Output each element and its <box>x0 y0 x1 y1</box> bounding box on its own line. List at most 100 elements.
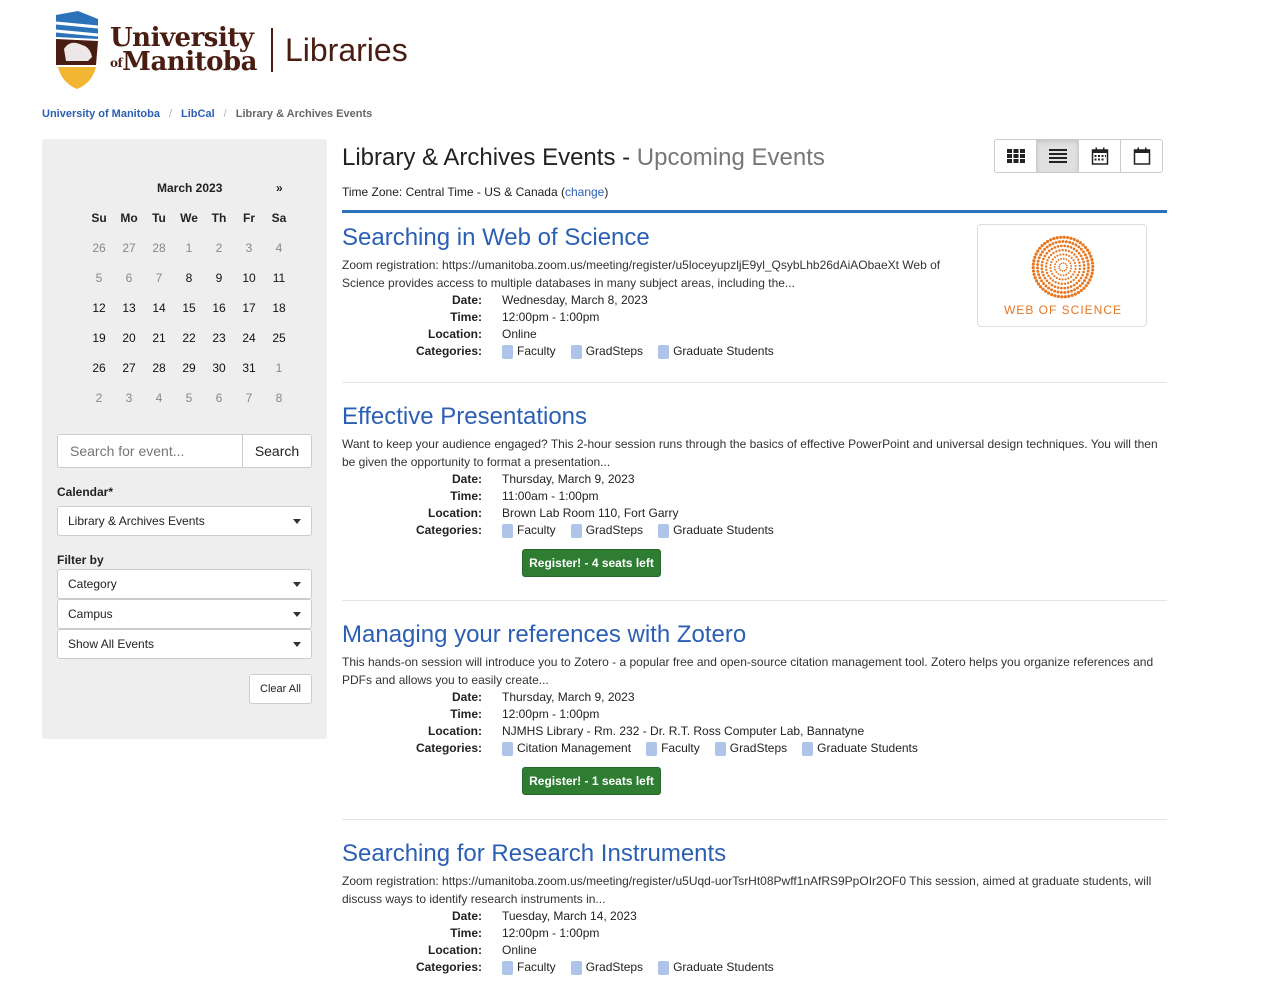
calendar-day[interactable]: 15 <box>174 293 204 323</box>
logo-dot <box>1036 266 1039 270</box>
search-input[interactable] <box>57 434 242 468</box>
calendar-day[interactable]: 12 <box>84 293 114 323</box>
calendar-day[interactable]: 17 <box>234 293 264 323</box>
search-button[interactable]: Search <box>242 434 312 468</box>
category-tag[interactable]: Graduate Students <box>658 343 774 360</box>
category-tag[interactable]: GradSteps <box>570 343 643 360</box>
calendar-day[interactable]: 5 <box>84 263 114 293</box>
category-label: GradSteps <box>729 741 788 755</box>
calendar-day[interactable]: 29 <box>174 353 204 383</box>
grid-icon <box>1006 149 1025 163</box>
category-tag[interactable]: Faculty <box>502 959 556 976</box>
location-label: Location: <box>428 327 482 341</box>
category-tag[interactable]: Citation Management <box>502 740 631 757</box>
calendar-day[interactable]: 22 <box>174 323 204 353</box>
register-button[interactable]: Register! - 1 seats left <box>522 767 661 795</box>
list-view-button[interactable] <box>1036 139 1079 173</box>
calendar-day[interactable]: 13 <box>114 293 144 323</box>
calendar-day[interactable]: 21 <box>144 323 174 353</box>
calendar-day[interactable]: 26 <box>84 233 114 263</box>
calendar-day[interactable]: 9 <box>204 263 234 293</box>
category-tag[interactable]: GradSteps <box>714 740 788 757</box>
logo-dot <box>1063 295 1067 299</box>
calendar-day[interactable]: 1 <box>174 233 204 263</box>
logo-dot <box>1058 265 1060 268</box>
web-of-science-image[interactable]: WEB OF SCIENCE <box>977 224 1147 327</box>
calendar-day[interactable]: 8 <box>174 263 204 293</box>
category-tag[interactable]: Graduate Students <box>658 959 774 976</box>
logo-dot <box>1036 282 1041 286</box>
breadcrumb-libcal[interactable]: LibCal <box>181 108 215 120</box>
calendar-day[interactable]: 23 <box>204 323 234 353</box>
logo-dot <box>1033 255 1037 259</box>
calendar-day[interactable]: 6 <box>204 383 234 413</box>
calendar-day[interactable]: 7 <box>234 383 264 413</box>
next-month-button[interactable]: » <box>276 181 283 195</box>
logo-dot <box>1084 284 1088 288</box>
category-tag[interactable]: GradSteps <box>570 522 643 539</box>
category-tag[interactable]: Graduate Students <box>658 522 774 539</box>
breadcrumb-university[interactable]: University of Manitoba <box>42 108 160 120</box>
calendar-day[interactable]: 8 <box>264 383 294 413</box>
category-tag[interactable]: Faculty <box>646 740 700 757</box>
campus-select-value: Campus <box>68 607 113 621</box>
logo-dot <box>1066 286 1070 289</box>
calendar-day[interactable]: 6 <box>114 263 144 293</box>
register-button[interactable]: Register! - 4 seats left <box>522 549 661 577</box>
calendar-day[interactable]: 14 <box>144 293 174 323</box>
calendar-day[interactable]: 24 <box>234 323 264 353</box>
category-tag[interactable]: Faculty <box>502 522 556 539</box>
month-view-button[interactable] <box>1078 139 1121 173</box>
university-logo[interactable]: University ofManitoba Libraries <box>52 8 408 92</box>
calendar-day[interactable]: 3 <box>234 233 264 263</box>
grid-view-button[interactable] <box>994 139 1037 173</box>
calendar-day[interactable]: 11 <box>264 263 294 293</box>
logo-dot <box>1057 259 1060 261</box>
calendar-day[interactable]: 25 <box>264 323 294 353</box>
calendar-day[interactable]: 1 <box>264 353 294 383</box>
calendar-day[interactable]: 7 <box>144 263 174 293</box>
logo-dot <box>1038 285 1043 289</box>
calendar-day[interactable]: 30 <box>204 353 234 383</box>
logo-dot <box>1059 235 1063 239</box>
calendar-day[interactable]: 20 <box>114 323 144 353</box>
calendar-day[interactable]: 19 <box>84 323 114 353</box>
week-view-button[interactable] <box>1120 139 1163 173</box>
category-tag[interactable]: GradSteps <box>570 959 643 976</box>
change-timezone-link[interactable]: change <box>565 185 604 199</box>
calendar-select[interactable]: Library & Archives Events <box>57 506 312 536</box>
calendar-day[interactable]: 31 <box>234 353 264 383</box>
logo-dot <box>1053 294 1057 298</box>
category-select[interactable]: Category <box>57 569 312 599</box>
calendar-day[interactable]: 2 <box>84 383 114 413</box>
calendar-day[interactable]: 4 <box>264 233 294 263</box>
calendar-day[interactable]: 4 <box>144 383 174 413</box>
event-title-link[interactable]: Searching for Research Instruments <box>342 840 1167 868</box>
logo-dot <box>1066 245 1070 248</box>
category-tag[interactable]: Graduate Students <box>802 740 918 757</box>
event-title-link[interactable]: Effective Presentations <box>342 403 1167 431</box>
calendar-day[interactable]: 27 <box>114 353 144 383</box>
show-events-select[interactable]: Show All Events <box>57 629 312 659</box>
clear-all-button[interactable]: Clear All <box>249 674 312 704</box>
campus-select[interactable]: Campus <box>57 599 312 629</box>
calendar-day[interactable]: 26 <box>84 353 114 383</box>
chevron-down-icon <box>293 611 301 617</box>
calendar-day[interactable]: 27 <box>114 233 144 263</box>
calendar-day[interactable]: 3 <box>114 383 144 413</box>
event-description: Zoom registration: https://umanitoba.zoo… <box>342 874 1152 906</box>
logo-dot <box>1081 243 1085 247</box>
logo-dot <box>1069 285 1073 288</box>
calendar-day[interactable]: 5 <box>174 383 204 413</box>
logo-dot <box>1082 270 1085 274</box>
categories-label: Categories: <box>415 344 482 358</box>
calendar-day[interactable]: 2 <box>204 233 234 263</box>
calendar-day[interactable]: 28 <box>144 353 174 383</box>
calendar-day[interactable]: 10 <box>234 263 264 293</box>
calendar-day[interactable]: 28 <box>144 233 174 263</box>
logo-dot <box>1037 256 1041 260</box>
calendar-day[interactable]: 18 <box>264 293 294 323</box>
calendar-day[interactable]: 16 <box>204 293 234 323</box>
category-tag[interactable]: Faculty <box>502 343 556 360</box>
event-title-link[interactable]: Managing your references with Zotero <box>342 621 1167 649</box>
